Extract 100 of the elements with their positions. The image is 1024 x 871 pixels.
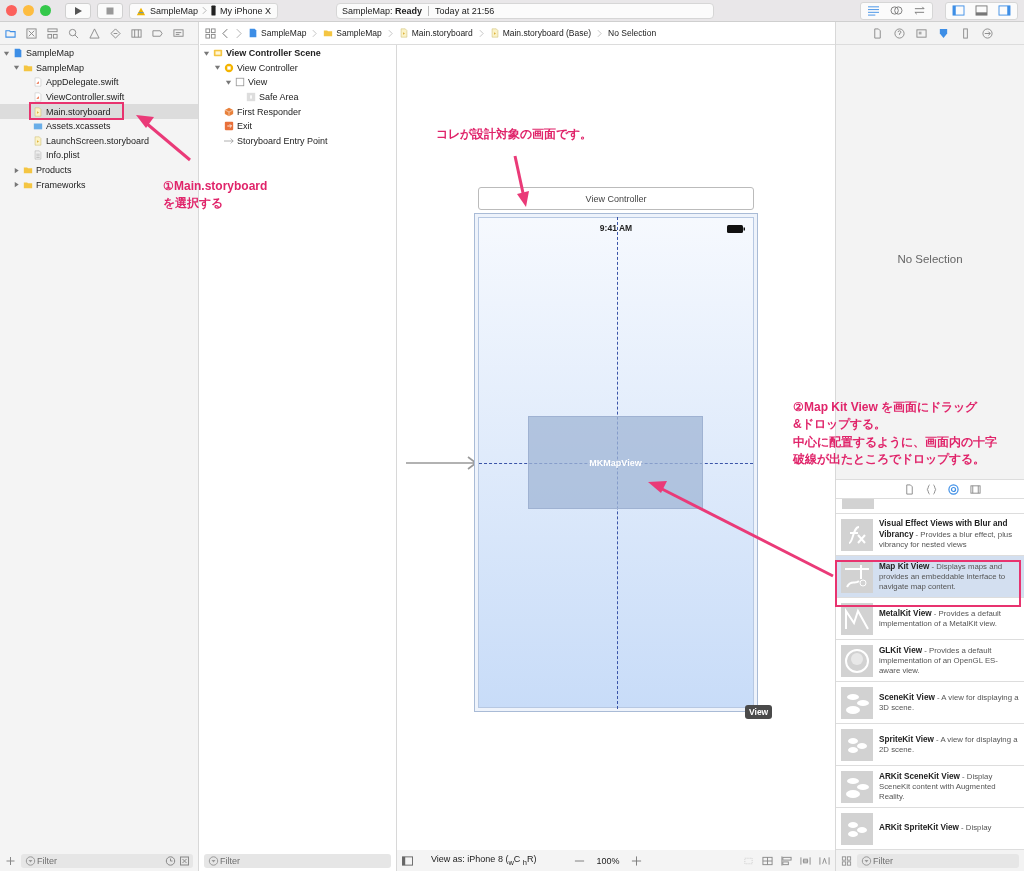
fx-icon [841,518,873,551]
disclosure-triangle-icon[interactable] [214,64,221,72]
close-button[interactable] [6,5,17,16]
identity-icon[interactable] [916,27,927,39]
outline-item[interactable]: First Responder [199,104,306,119]
navigator-item[interactable]: Info.plist [0,148,84,163]
storyboard-file-icon [33,135,43,146]
standard-editor-icon[interactable] [867,5,880,16]
breadcrumb[interactable]: Main.storyboard (Base) [489,28,591,38]
navigator-item[interactable]: SampleMap [0,60,89,76]
storyboard-file-icon [489,28,500,38]
tag-icon[interactable] [152,27,163,39]
forward-icon[interactable] [235,27,242,39]
filter-field[interactable]: Filter [204,853,391,868]
outline-item[interactable]: Storyboard Entry Point [199,133,332,149]
scene-title-bar[interactable]: View Controller [478,187,754,210]
view-tag: View [745,705,773,719]
stop-button[interactable] [97,2,123,19]
file-template-icon[interactable] [903,483,915,495]
disclosure-triangle-icon[interactable] [13,166,20,174]
breadcrumb[interactable]: SampleMap [323,28,382,38]
connections-icon[interactable] [982,27,993,39]
x-box-icon[interactable] [26,27,37,39]
outline-item[interactable]: Safe Area [199,89,303,105]
outline-item[interactable]: View Controller [199,60,302,76]
assistant-editor-icon[interactable] [890,5,903,16]
navigator-item[interactable]: LaunchScreen.storyboard [0,133,154,149]
zoom-button[interactable] [40,5,51,16]
align-icon[interactable] [781,855,792,866]
braces-icon[interactable] [925,483,937,495]
resolve-icon[interactable] [819,855,830,866]
object-library-icon[interactable] [947,483,959,495]
run-button[interactable] [65,2,91,19]
navigator-item[interactable]: Products [0,162,76,178]
navigator-item[interactable]: SampleMap [0,46,79,61]
bottom-panel-toggle-icon[interactable] [975,5,988,16]
outline-item[interactable]: Exit [199,118,256,134]
assets-folder-icon [33,121,43,132]
annotation-arrow [513,155,529,207]
document-outline-toggle-icon[interactable] [402,855,413,866]
breadcrumb[interactable]: SampleMap [248,28,307,38]
grid-icon[interactable] [131,27,142,39]
clock-icon[interactable] [165,855,176,866]
folder-icon[interactable] [5,27,16,39]
file-icon[interactable] [872,27,883,39]
annotation-text: 破線が出たところでドロップする。 [793,451,985,469]
view-icon [235,77,245,88]
disclosure-triangle-icon[interactable] [13,64,20,72]
ruler-icon[interactable] [960,27,971,39]
project-icon [13,48,23,59]
filter-icon [25,855,36,866]
add-icon[interactable] [5,855,16,866]
related-items-icon[interactable] [205,27,216,39]
diamond-icon[interactable] [110,27,121,39]
scm-filter-icon[interactable] [179,855,190,866]
device-selector[interactable]: View as: iPhone 8 ($_{w}$C $_{h}$R) [431,854,537,867]
disclosure-triangle-icon[interactable] [3,49,10,57]
pin-icon[interactable] [800,855,811,866]
right-panel-toggle-icon[interactable] [998,5,1011,16]
search-icon[interactable] [68,27,79,39]
scheme-selector[interactable]: SampleMap My iPhone X [129,2,279,19]
safe-area-icon [246,92,256,103]
phone-icon [211,5,217,16]
disclosure-triangle-icon[interactable] [13,181,20,189]
zoom-in-icon[interactable] [630,855,642,866]
filter-field[interactable]: Filter [21,853,193,868]
disclosure-triangle-icon[interactable] [203,49,210,57]
ovals-icon [841,728,873,761]
breadcrumb[interactable]: No Selection [608,28,657,38]
help-icon[interactable] [894,27,905,39]
navigator-item[interactable]: Assets.xcassets [0,118,115,134]
version-editor-icon[interactable] [913,5,926,16]
attributes-icon[interactable] [938,27,949,39]
back-icon[interactable] [222,27,229,39]
left-panel-toggle-icon[interactable] [952,5,965,16]
outline-item[interactable]: View [199,75,272,90]
hierarchy-icon[interactable] [47,27,58,39]
chevron-icon [202,6,208,15]
breadcrumb[interactable]: Main.storyboard [398,28,473,38]
navigator-item[interactable]: Frameworks [0,177,90,192]
project-icon [248,28,258,38]
warning-icon[interactable] [89,27,100,39]
ovals-icon [841,812,873,845]
swift-file-icon [33,77,43,88]
empty-inspector-text: No Selection [897,253,963,265]
zoom-level: 100% [596,855,620,866]
build-time: Today at 21:56 [435,5,495,16]
navigator-item[interactable]: ViewController.swift [0,89,129,105]
media-library-icon[interactable] [969,483,981,495]
filter-field[interactable]: Filter [857,853,1019,868]
navigator-item[interactable]: AppDelegate.swift [0,75,123,90]
embed-icon[interactable] [762,855,773,866]
chevron-icon [478,28,484,38]
chat-icon[interactable] [173,27,184,39]
disclosure-triangle-icon[interactable] [225,79,232,86]
navigator-item[interactable]: Main.storyboard [0,104,198,119]
filter-icon [208,855,219,866]
outline-item[interactable]: View Controller Scene [199,46,325,61]
plist-file-icon [33,150,43,161]
grid-view-icon[interactable] [841,855,852,866]
